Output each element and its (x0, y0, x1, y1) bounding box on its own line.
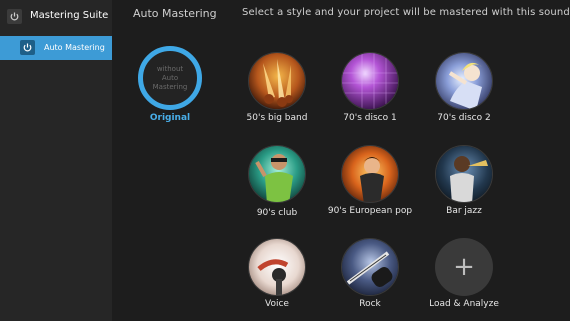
app-title: Mastering Suite (30, 10, 109, 21)
electric-guitar-image (341, 238, 399, 296)
style-label: 50's big band (246, 113, 308, 123)
disco-dancer-image (435, 52, 493, 110)
saxophones-image (248, 52, 306, 110)
original-button[interactable]: without Auto Mastering (138, 46, 202, 110)
sidebar-item-label: Auto Mastering (44, 43, 105, 52)
page-title: Auto Mastering (133, 7, 217, 20)
style-label: 90's European pop (327, 206, 413, 216)
power-icon[interactable] (7, 9, 22, 24)
instruction-text: Select a style and your project will be … (242, 7, 570, 18)
club-dancer-image (248, 145, 306, 203)
load-analyze-label: Load & Analyze (429, 299, 499, 309)
pop-singer-image (341, 145, 399, 203)
style-label: Voice (265, 299, 289, 309)
power-icon (20, 40, 35, 55)
trumpet-player-image (435, 145, 493, 203)
style-label: Rock (359, 299, 381, 309)
style-label: 70's disco 1 (343, 113, 397, 123)
original-label[interactable]: Original (138, 113, 202, 123)
disco-ball-image (341, 52, 399, 110)
sidebar: Mastering Suite Auto Mastering (0, 0, 112, 321)
style-label: Bar jazz (446, 206, 482, 216)
app-header: Mastering Suite (0, 0, 112, 33)
plus-icon: + (453, 252, 475, 282)
style-label: 90's club (256, 208, 298, 218)
original-inner-text: without Auto Mastering (152, 64, 188, 91)
sidebar-item-auto-mastering[interactable]: Auto Mastering (0, 36, 112, 60)
load-analyze-circle: + (435, 238, 493, 296)
style-label: 70's disco 2 (437, 113, 491, 123)
microphone-image (248, 238, 306, 296)
